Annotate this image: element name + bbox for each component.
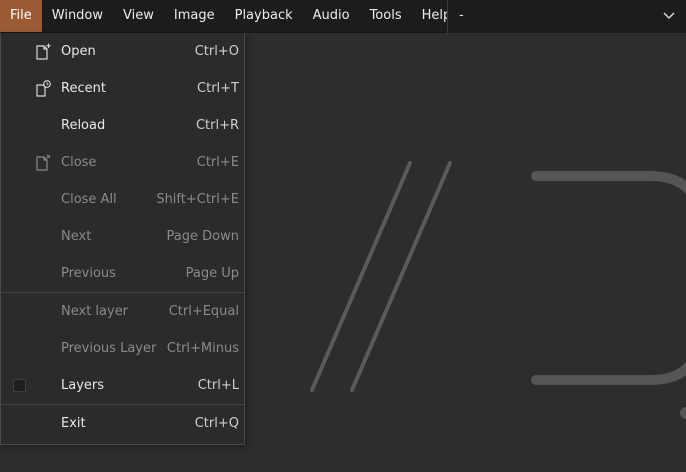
menu-item-exit[interactable]: Exit Ctrl+Q [1,405,244,442]
menu-item-label: Close [61,155,97,170]
layers-checkbox[interactable] [13,379,26,392]
menu-item-label: Next layer [61,304,129,319]
menu-item-label: Open [61,44,96,59]
menu-item-layers[interactable]: Layers Ctrl+L [1,367,244,404]
file-selector-dropdown[interactable]: - [447,0,686,33]
menu-playback[interactable]: Playback [225,0,303,32]
menu-item-label: Layers [61,378,105,393]
logo-bracket [531,171,686,385]
menu-item-previous-layer[interactable]: Previous Layer Ctrl+Minus [1,330,244,367]
menu-tools[interactable]: Tools [360,0,412,32]
logo-slash-2 [350,161,452,392]
menu-item-close[interactable]: Close Ctrl+E [1,144,244,181]
menu-item-shortcut: Page Up [185,266,239,281]
menu-item-label: Close All [61,192,117,207]
file-selector-value: - [459,8,464,23]
menu-item-shortcut: Ctrl+Minus [166,341,239,356]
menu-item-shortcut: Ctrl+T [197,81,239,96]
menu-item-label: Reload [61,118,106,133]
menu-item-label: Next [61,229,92,244]
logo-dot [680,407,686,419]
menu-item-label: Recent [61,81,106,96]
menu-item-label: Previous [61,266,116,281]
file-close-icon [36,154,51,171]
menu-item-reload[interactable]: Reload Ctrl+R [1,107,244,144]
menu-item-shortcut: Ctrl+E [196,155,239,170]
menu-item-close-all[interactable]: Close All Shift+Ctrl+E [1,181,244,218]
menu-item-label: Exit [61,416,86,431]
menu-item-shortcut: Ctrl+L [197,378,239,393]
menu-item-next-layer[interactable]: Next layer Ctrl+Equal [1,293,244,330]
menu-item-shortcut: Page Down [166,229,239,244]
menu-item-next[interactable]: Next Page Down [1,218,244,255]
app-window: File Window View Image Playback Audio To… [0,0,686,472]
menu-item-recent[interactable]: Recent Ctrl+T [1,70,244,107]
menu-file[interactable]: File [0,0,42,32]
menu-item-previous[interactable]: Previous Page Up [1,255,244,292]
menu-item-shortcut: Ctrl+O [194,44,239,59]
file-new-icon [36,43,51,60]
menu-item-shortcut: Ctrl+R [195,118,239,133]
menu-item-open[interactable]: Open Ctrl+O [1,33,244,70]
menu-window[interactable]: Window [42,0,113,32]
file-recent-icon [36,80,51,97]
logo-slash-1 [310,161,412,392]
menu-item-shortcut: Ctrl+Equal [168,304,239,319]
menu-view[interactable]: View [113,0,164,32]
menu-item-shortcut: Shift+Ctrl+E [156,192,239,207]
file-menu-dropdown: Open Ctrl+O Recent Ctrl+T Reload Ctrl+R … [0,33,245,445]
menu-item-label: Previous Layer [61,341,157,356]
chevron-down-icon [663,12,675,20]
menu-item-shortcut: Ctrl+Q [194,416,239,431]
menu-audio[interactable]: Audio [303,0,360,32]
menu-image[interactable]: Image [164,0,225,32]
